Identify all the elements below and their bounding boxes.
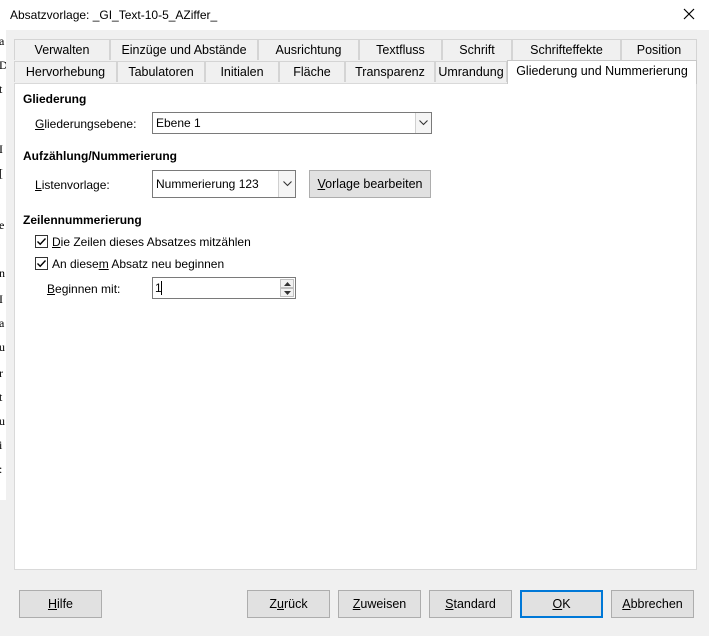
background-letter: I	[0, 292, 3, 306]
close-button[interactable]	[669, 0, 709, 30]
background-document-edge: a D t I [ e n I a u r t u i :	[0, 30, 6, 500]
background-letter: :	[0, 462, 2, 477]
tab-schrifteffekte[interactable]: Schrifteffekte	[512, 39, 621, 60]
hilfe-button[interactable]: Hilfe	[19, 590, 102, 618]
tab-transparenz[interactable]: Transparenz	[345, 61, 435, 82]
background-letter: r	[0, 366, 3, 380]
background-letter: e	[0, 218, 5, 232]
background-letter: u	[0, 340, 5, 354]
section-gliederung-heading: Gliederung	[23, 92, 87, 106]
tab-ausrichtung[interactable]: Ausrichtung	[258, 39, 359, 60]
background-letter: t	[0, 82, 3, 96]
background-letter: i	[0, 438, 3, 452]
listenvorlage-select[interactable]: Nummerierung 123	[152, 170, 296, 198]
section-aufzaehlung-heading: Aufzählung/Nummerierung	[23, 149, 178, 163]
title-bar: Absatzvorlage: _GI_Text-10-5_AZiffer_	[0, 0, 709, 30]
window-title: Absatzvorlage: _GI_Text-10-5_AZiffer_	[10, 8, 218, 22]
beginnen-mit-spinbox[interactable]: 1	[152, 277, 296, 299]
zuweisen-button[interactable]: Zuweisen	[338, 590, 421, 618]
background-letter: a	[0, 34, 5, 48]
close-icon	[683, 8, 695, 23]
tab-tabulatoren[interactable]: Tabulatoren	[117, 61, 205, 82]
tab-verwalten[interactable]: Verwalten	[14, 39, 110, 60]
background-letter: a	[0, 316, 5, 330]
tab-schrift[interactable]: Schrift	[442, 39, 512, 60]
tab-initialen[interactable]: Initialen	[205, 61, 279, 82]
background-letter: D	[0, 58, 6, 72]
zeilen-mitzaehlen-checkbox[interactable]	[35, 235, 48, 248]
zurueck-button[interactable]: Zurück	[247, 590, 330, 618]
tab-einzuege[interactable]: Einzüge und Abstände	[110, 39, 258, 60]
background-letter: t	[0, 390, 3, 404]
chevron-down-icon[interactable]	[415, 113, 431, 133]
chevron-down-icon[interactable]	[278, 171, 295, 197]
tab-position[interactable]: Position	[621, 39, 697, 60]
tab-panel: Gliederung Gliederungsebene: Ebene 1 Auf…	[14, 83, 697, 570]
standard-button[interactable]: Standard	[429, 590, 512, 618]
zeilen-mitzaehlen-label[interactable]: Die Zeilen dieses Absatzes mitzählen	[52, 235, 251, 249]
abbrechen-button[interactable]: Abbrechen	[611, 590, 694, 618]
gliederungsebene-label: Gliederungsebene:	[35, 117, 137, 131]
background-letter: I	[0, 142, 3, 156]
background-letter: [	[0, 166, 3, 181]
checkmark-icon	[37, 260, 47, 268]
tab-hervorhebung[interactable]: Hervorhebung	[14, 61, 117, 82]
checkmark-icon	[37, 238, 47, 246]
tab-textfluss[interactable]: Textfluss	[359, 39, 442, 60]
background-letter: n	[0, 266, 5, 280]
text-caret	[161, 281, 162, 295]
gliederungsebene-value: Ebene 1	[156, 116, 201, 130]
tab-umrandung[interactable]: Umrandung	[435, 61, 507, 82]
vorlage-bearbeiten-button[interactable]: Vorlage bearbeiten	[309, 170, 431, 198]
section-zeilennummerierung-heading: Zeilennummerierung	[23, 213, 142, 227]
listenvorlage-value: Nummerierung 123	[156, 177, 259, 191]
beginnen-mit-label: Beginnen mit:	[47, 282, 121, 296]
gliederungsebene-select[interactable]: Ebene 1	[152, 112, 432, 134]
tab-gliederung-nummerierung[interactable]: Gliederung und Nummerierung	[507, 60, 697, 84]
tab-flaeche[interactable]: Fläche	[279, 61, 345, 82]
absatz-neu-beginnen-label[interactable]: An diesem Absatz neu beginnen	[52, 257, 224, 271]
triangle-up-icon[interactable]	[280, 279, 294, 288]
background-letter: u	[0, 414, 5, 428]
absatz-neu-beginnen-checkbox[interactable]	[35, 257, 48, 270]
triangle-down-icon[interactable]	[280, 288, 294, 297]
listenvorlage-label: Listenvorlage:	[35, 178, 110, 192]
ok-button[interactable]: OK	[520, 590, 603, 618]
spin-buttons	[280, 279, 294, 297]
